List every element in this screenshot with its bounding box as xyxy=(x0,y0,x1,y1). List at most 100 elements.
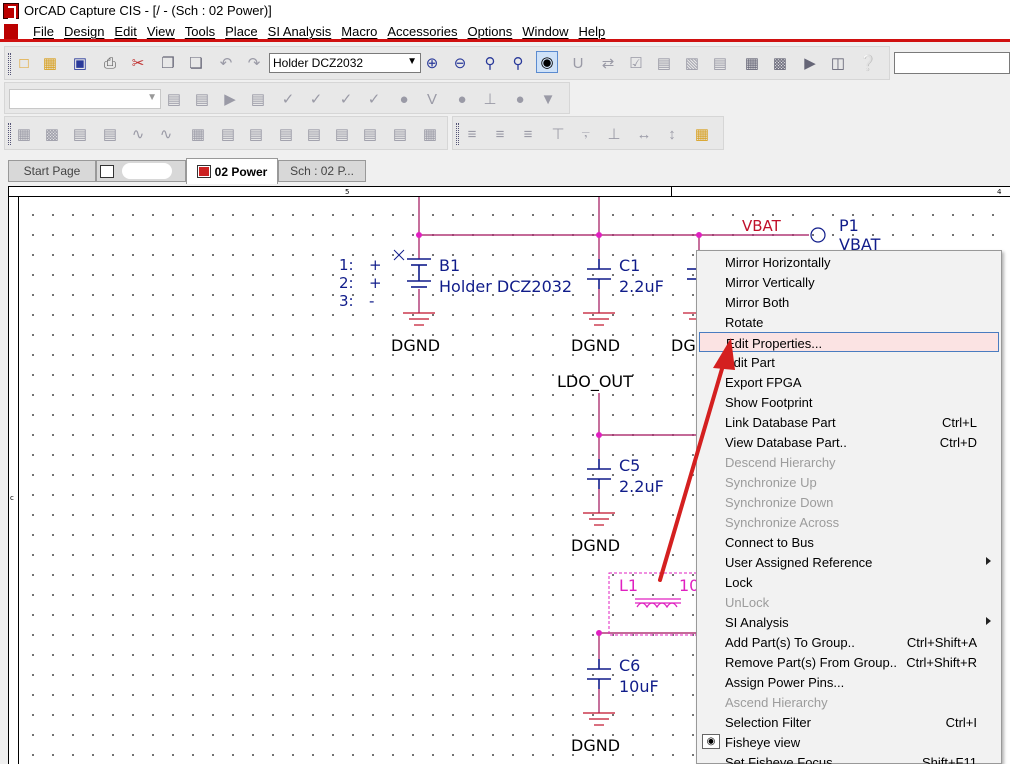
menu-item-user-assigned-reference[interactable]: User Assigned Reference xyxy=(699,552,999,572)
menu-item-edit-part[interactable]: Edit Part xyxy=(699,352,999,372)
waveform-icon[interactable]: ● xyxy=(509,88,531,110)
menu-item-show-footprint[interactable]: Show Footprint xyxy=(699,392,999,412)
menu-item-descend-hierarchy[interactable]: Descend Hierarchy xyxy=(699,452,999,472)
toolbar-grip[interactable] xyxy=(8,53,11,75)
drag-connected-icon[interactable]: ▶ xyxy=(799,52,821,74)
menu-item-synchronize-across[interactable]: Synchronize Across xyxy=(699,512,999,532)
menu-file[interactable]: File xyxy=(28,24,59,39)
menu-item-unlock[interactable]: UnLock xyxy=(699,592,999,612)
current-marker-icon[interactable]: ✓ xyxy=(335,88,357,110)
tab-sch-02-power[interactable]: Sch : 02 P... xyxy=(278,160,366,182)
place-junction-icon[interactable]: ▤ xyxy=(217,123,239,145)
menu-design[interactable]: Design xyxy=(59,24,109,39)
menu-item-add-part-s-to-group[interactable]: Add Part(s) To Group.. Ctrl+Shift+A xyxy=(699,632,999,652)
align-bottom-icon[interactable]: ⊥ xyxy=(603,123,625,145)
menu-view[interactable]: View xyxy=(142,24,180,39)
current-display-icon[interactable]: ● xyxy=(451,88,473,110)
zoom-in-icon[interactable]: ⊕ xyxy=(421,52,443,74)
menu-item-mirror-horizontally[interactable]: Mirror Horizontally xyxy=(699,252,999,272)
search-input[interactable] xyxy=(894,52,1010,74)
help-icon[interactable]: ❔ xyxy=(857,52,879,74)
project-manager-icon[interactable]: ◫ xyxy=(827,52,849,74)
align-center-icon[interactable]: ≡ xyxy=(489,123,511,145)
menu-tools[interactable]: Tools xyxy=(180,24,220,39)
create-netlist-icon[interactable]: ▤ xyxy=(653,52,675,74)
edit-simulation-icon[interactable]: ▤ xyxy=(191,88,213,110)
place-ground-icon[interactable]: ▤ xyxy=(331,123,353,145)
menu-item-mirror-both[interactable]: Mirror Both xyxy=(699,292,999,312)
view-results-icon[interactable]: ▤ xyxy=(247,88,269,110)
place-part-icon[interactable]: ▦ xyxy=(13,123,35,145)
new-simulation-icon[interactable]: ▤ xyxy=(163,88,185,110)
power-marker-icon[interactable]: ✓ xyxy=(363,88,385,110)
menu-item-set-fisheye-focus[interactable]: Set Fisheye Focus Shift+F11 xyxy=(699,752,999,764)
menu-item-export-fpga[interactable]: Export FPGA xyxy=(699,372,999,392)
undo-icon[interactable]: ↶ xyxy=(215,52,237,74)
open-folder-icon[interactable]: ▦ xyxy=(39,52,61,74)
area-select-icon[interactable]: ▩ xyxy=(769,52,791,74)
simulation-profile-dropdown[interactable]: ▼ xyxy=(9,89,161,109)
menu-window[interactable]: Window xyxy=(517,24,573,39)
place-hierarchical-block-icon[interactable]: ▤ xyxy=(359,123,381,145)
fisheye-view-icon[interactable]: ◉ xyxy=(536,51,558,73)
probe-icon[interactable]: ▼ xyxy=(537,88,559,110)
new-file-icon[interactable]: □ xyxy=(13,52,35,74)
distribute-vertical-icon[interactable]: ↕ xyxy=(661,123,683,145)
align-right-icon[interactable]: ≡ xyxy=(517,123,539,145)
power-display-icon[interactable]: ⊥ xyxy=(479,88,501,110)
voltage-marker-icon[interactable]: ✓ xyxy=(277,88,299,110)
diff-marker-icon[interactable]: ✓ xyxy=(305,88,327,110)
menu-item-synchronize-up[interactable]: Synchronize Up xyxy=(699,472,999,492)
menu-item-rotate[interactable]: Rotate xyxy=(699,312,999,332)
menu-item-connect-to-bus[interactable]: Connect to Bus xyxy=(699,532,999,552)
menu-item-view-database-part[interactable]: View Database Part.. Ctrl+D xyxy=(699,432,999,452)
toolbar-grip[interactable] xyxy=(8,123,11,145)
bias-voltage-icon[interactable]: ● xyxy=(393,88,415,110)
menu-si-analysis[interactable]: SI Analysis xyxy=(263,24,337,39)
voltage-display-icon[interactable]: V xyxy=(421,88,443,110)
tab-session-log[interactable] xyxy=(96,160,186,182)
run-icon[interactable]: ▶ xyxy=(219,88,241,110)
place-port-icon[interactable]: ▤ xyxy=(389,123,411,145)
place-database-part-icon[interactable]: ▩ xyxy=(41,123,63,145)
copy-icon[interactable]: ❐ xyxy=(157,52,179,74)
paste-icon[interactable]: ❏ xyxy=(185,52,207,74)
bill-of-materials-icon[interactable]: ▤ xyxy=(709,52,731,74)
align-left-icon[interactable]: ≡ xyxy=(461,123,483,145)
place-bus-icon[interactable]: ▦ xyxy=(187,123,209,145)
menu-edit[interactable]: Edit xyxy=(109,24,141,39)
menu-item-link-database-part[interactable]: Link Database Part Ctrl+L xyxy=(699,412,999,432)
menu-item-remove-part-s-from-group[interactable]: Remove Part(s) From Group.. Ctrl+Shift+R xyxy=(699,652,999,672)
toolbar-grip[interactable] xyxy=(456,123,459,145)
zoom-all-icon[interactable]: ⚲ xyxy=(507,52,529,74)
menu-item-mirror-vertically[interactable]: Mirror Vertically xyxy=(699,272,999,292)
snap-to-grid-icon[interactable]: ▦ xyxy=(741,52,763,74)
cut-icon[interactable]: ✂ xyxy=(127,52,149,74)
menu-accessories[interactable]: Accessories xyxy=(382,24,462,39)
menu-item-si-analysis[interactable]: SI Analysis xyxy=(699,612,999,632)
print-icon[interactable]: ⎙ xyxy=(99,52,121,74)
menu-item-synchronize-down[interactable]: Synchronize Down xyxy=(699,492,999,512)
cross-reference-icon[interactable]: ▧ xyxy=(681,52,703,74)
menu-item-ascend-hierarchy[interactable]: Ascend Hierarchy xyxy=(699,692,999,712)
place-net-alias-icon[interactable]: ▤ xyxy=(275,123,297,145)
document-icon[interactable] xyxy=(4,24,18,39)
clipboard-icon[interactable]: ▦ xyxy=(691,123,713,145)
menu-place[interactable]: Place xyxy=(220,24,263,39)
align-top-icon[interactable]: ⊤ xyxy=(547,123,569,145)
drc-icon[interactable]: ☑ xyxy=(625,52,647,74)
place-off-page-icon[interactable]: ▦ xyxy=(419,123,441,145)
place-bus-entry-icon[interactable]: ▤ xyxy=(245,123,267,145)
menu-item-fisheye-view[interactable]: ◉ Fisheye view xyxy=(699,732,999,752)
zoom-area-icon[interactable]: ⚲ xyxy=(479,52,501,74)
align-middle-icon[interactable]: ⍪ xyxy=(575,123,597,145)
distribute-horizontal-icon[interactable]: ↔ xyxy=(633,123,655,145)
menu-item-selection-filter[interactable]: Selection Filter Ctrl+I xyxy=(699,712,999,732)
menu-options[interactable]: Options xyxy=(462,24,517,39)
tab-02-power[interactable]: 02 Power xyxy=(186,158,278,184)
part-value-dropdown[interactable]: Holder DCZ2032 ▼ xyxy=(269,53,421,73)
redo-icon[interactable]: ↷ xyxy=(243,52,265,74)
annotate-icon[interactable]: U xyxy=(567,52,589,74)
back-annotate-icon[interactable]: ⇄ xyxy=(597,52,619,74)
place-wire-icon[interactable]: ▤ xyxy=(69,123,91,145)
